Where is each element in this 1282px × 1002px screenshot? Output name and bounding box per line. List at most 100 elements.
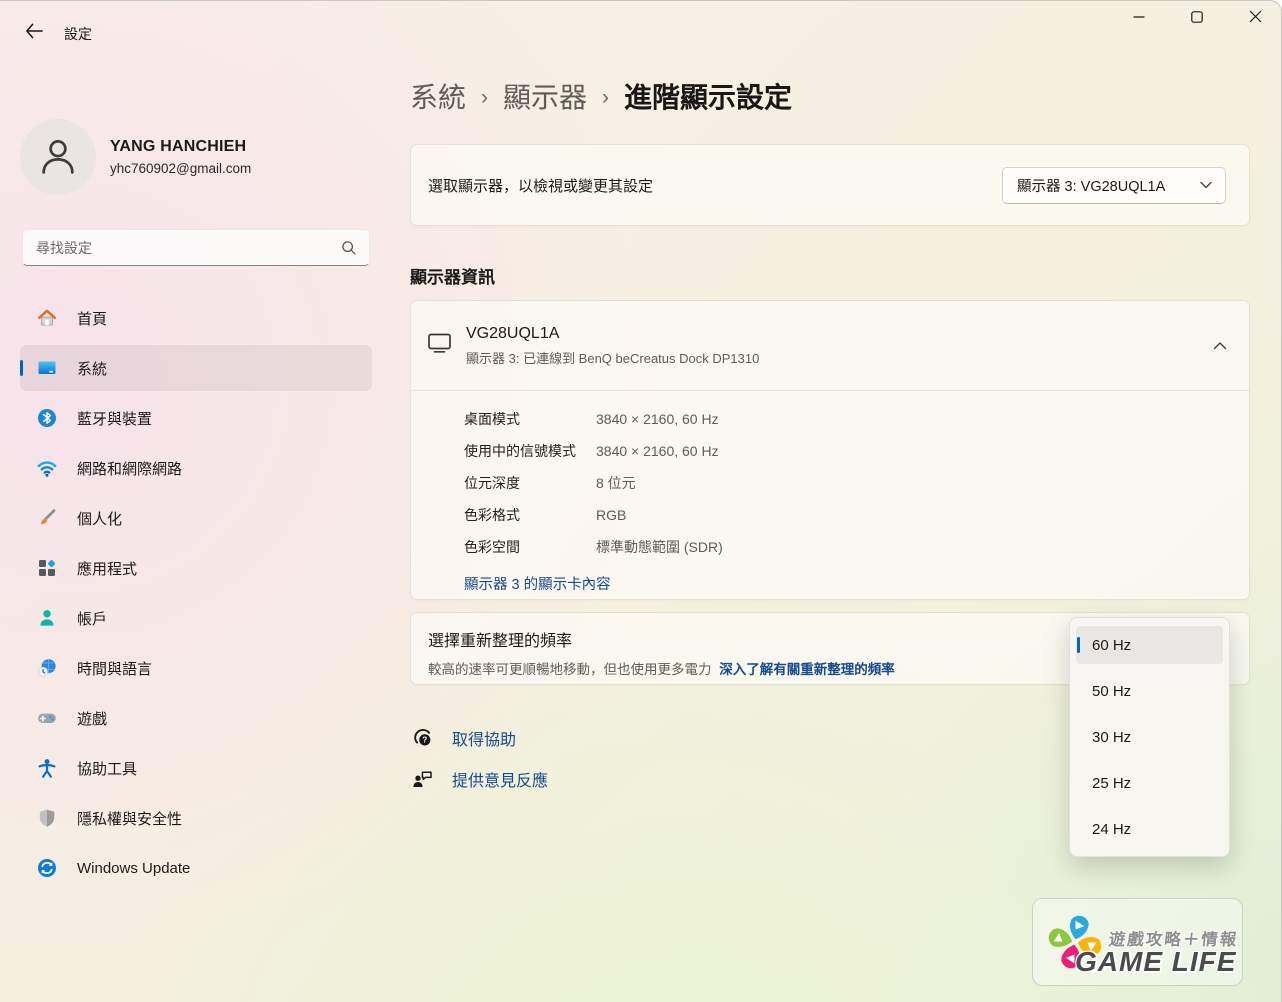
- refresh-option-60hz[interactable]: 60 Hz: [1076, 626, 1223, 664]
- option-label: 60 Hz: [1092, 636, 1132, 654]
- sidebar-item-label: 藍牙與裝置: [77, 410, 153, 428]
- sidebar-item-windows-update[interactable]: Windows Update: [20, 845, 372, 891]
- gamepad-icon: [36, 707, 58, 729]
- minimize-button[interactable]: [1116, 1, 1162, 37]
- device-connection: 顯示器 3: 已連線到 BenQ beCreatus Dock DP1310: [466, 350, 760, 366]
- sidebar-item-apps[interactable]: 應用程式: [20, 545, 372, 591]
- sidebar-item-label: 網路和網際網路: [77, 460, 183, 478]
- sidebar-item-gaming[interactable]: 遊戲: [20, 695, 372, 741]
- time-language-icon: [36, 657, 58, 679]
- user-email: yhc760902@gmail.com: [110, 161, 252, 176]
- select-display-card: 選取顯示器，以檢視或變更其設定 顯示器 3: VG28UQL1A: [410, 144, 1250, 226]
- refresh-option-50hz[interactable]: 50 Hz: [1076, 672, 1223, 710]
- system-icon: [36, 357, 58, 379]
- gamelife-brand: GAME LIFE: [1075, 946, 1237, 977]
- breadcrumb-separator: ›: [602, 85, 610, 109]
- property-value: 8 位元: [596, 475, 636, 491]
- back-button[interactable]: [18, 20, 50, 46]
- user-name: YANG HANCHIEH: [110, 138, 247, 155]
- sidebar-item-label: Windows Update: [77, 859, 191, 877]
- chevron-up-icon[interactable]: [1213, 337, 1227, 355]
- close-button[interactable]: [1232, 1, 1278, 37]
- display-select-value: 顯示器 3: VG28UQL1A: [1017, 178, 1166, 195]
- apps-icon: [36, 557, 58, 579]
- refresh-rate-flyout: 60 Hz 50 Hz 30 Hz 25 Hz 24 Hz: [1069, 617, 1230, 857]
- display-properties: 桌面模式 3840 × 2160, 60 Hz 使用中的信號模式 3840 × …: [411, 391, 1249, 594]
- bluetooth-icon: [36, 407, 58, 429]
- select-display-label: 選取顯示器，以檢視或變更其設定: [428, 177, 654, 195]
- sidebar-item-label: 首頁: [77, 310, 108, 328]
- refresh-option-25hz[interactable]: 25 Hz: [1076, 764, 1223, 802]
- sidebar-item-personalization[interactable]: 個人化: [20, 495, 372, 541]
- sidebar-item-time-language[interactable]: 時間與語言: [20, 645, 372, 691]
- sidebar-item-label: 協助工具: [77, 760, 138, 778]
- selection-indicator: [20, 360, 23, 376]
- display-info-expander[interactable]: VG28UQL1A 顯示器 3: 已連線到 BenQ beCreatus Doc…: [411, 301, 1249, 391]
- sidebar-item-network-internet[interactable]: 網路和網際網路: [20, 445, 372, 491]
- breadcrumb: 系統 › 顯示器 › 進階顯示設定: [410, 75, 1250, 117]
- monitor-icon: [427, 332, 452, 359]
- get-help-link[interactable]: 取得協助: [452, 726, 516, 750]
- sidebar-item-label: 應用程式: [77, 560, 138, 578]
- sidebar-item-accessibility[interactable]: 協助工具: [20, 745, 372, 791]
- svg-text:?: ?: [422, 736, 427, 745]
- sidebar-item-accounts[interactable]: 帳戶: [20, 595, 372, 641]
- refresh-option-30hz[interactable]: 30 Hz: [1076, 718, 1223, 756]
- search-input[interactable]: [23, 239, 340, 256]
- home-icon: [36, 307, 58, 329]
- page-title: 進階顯示設定: [624, 82, 793, 113]
- option-label: 30 Hz: [1092, 728, 1132, 746]
- sidebar-item-bluetooth-devices[interactable]: 藍牙與裝置: [20, 395, 372, 441]
- breadcrumb-separator: ›: [481, 85, 489, 109]
- gamelife-watermark: 遊戲攻略＋情報 GAME LIFE: [1032, 898, 1243, 986]
- app-title: 設定: [64, 26, 92, 42]
- display-select-dropdown[interactable]: 顯示器 3: VG28UQL1A: [1002, 166, 1226, 204]
- maximize-icon: [1191, 10, 1203, 28]
- maximize-button[interactable]: [1174, 1, 1220, 37]
- sidebar-item-label: 個人化: [77, 510, 123, 528]
- sidebar-item-label: 遊戲: [77, 710, 108, 728]
- refresh-rate-description: 較高的速率可更順暢地移動，但也使用更多電力: [428, 662, 712, 677]
- feedback-link[interactable]: 提供意見反應: [452, 767, 548, 791]
- refresh-option-24hz[interactable]: 24 Hz: [1076, 810, 1223, 848]
- property-label: 色彩空間: [464, 539, 520, 555]
- property-value: 3840 × 2160, 60 Hz: [596, 411, 719, 427]
- learn-more-link[interactable]: 深入了解有關重新整理的頻率: [719, 662, 895, 677]
- shield-icon: [36, 807, 58, 829]
- breadcrumb-display[interactable]: 顯示器: [503, 76, 587, 116]
- chevron-down-icon: [1200, 177, 1212, 193]
- search-icon: [340, 239, 357, 256]
- sidebar: YANG HANCHIEH yhc760902@gmail.com 首頁: [0, 49, 390, 1002]
- close-icon: [1249, 10, 1262, 28]
- avatar: [20, 119, 96, 195]
- sidebar-item-system[interactable]: 系統: [20, 345, 372, 391]
- sidebar-item-label: 系統: [77, 360, 108, 378]
- graphics-properties-link[interactable]: 顯示器 3 的顯示卡內容: [464, 573, 611, 594]
- back-arrow-icon: [24, 22, 44, 45]
- sidebar-item-privacy-security[interactable]: 隱私權與安全性: [20, 795, 372, 841]
- accessibility-icon: [36, 757, 58, 779]
- device-name: VG28UQL1A: [466, 324, 560, 342]
- section-title-display-info: 顯示器資訊: [410, 268, 495, 287]
- sidebar-item-home[interactable]: 首頁: [20, 295, 372, 341]
- user-profile[interactable]: YANG HANCHIEH yhc760902@gmail.com: [20, 119, 251, 195]
- property-value: 標準動態範圍 (SDR): [596, 539, 723, 555]
- wifi-icon: [36, 457, 58, 479]
- property-value: RGB: [596, 507, 627, 523]
- option-label: 24 Hz: [1092, 820, 1132, 838]
- property-label: 使用中的信號模式: [464, 443, 576, 459]
- property-label: 色彩格式: [464, 507, 520, 523]
- selection-indicator: [1077, 637, 1080, 653]
- property-row: 桌面模式 3840 × 2160, 60 Hz: [464, 403, 1225, 435]
- feedback-icon: [410, 767, 436, 791]
- property-label: 桌面模式: [464, 411, 520, 427]
- property-row: 色彩格式 RGB: [464, 499, 1225, 531]
- sidebar-item-label: 時間與語言: [77, 660, 153, 678]
- display-info-card: VG28UQL1A 顯示器 3: 已連線到 BenQ beCreatus Doc…: [410, 300, 1250, 600]
- sidebar-item-label: 隱私權與安全性: [77, 810, 183, 828]
- property-label: 位元深度: [464, 475, 520, 491]
- account-icon: [36, 607, 58, 629]
- property-row: 色彩空間 標準動態範圍 (SDR): [464, 531, 1225, 563]
- breadcrumb-system[interactable]: 系統: [410, 76, 466, 116]
- update-icon: [36, 857, 58, 879]
